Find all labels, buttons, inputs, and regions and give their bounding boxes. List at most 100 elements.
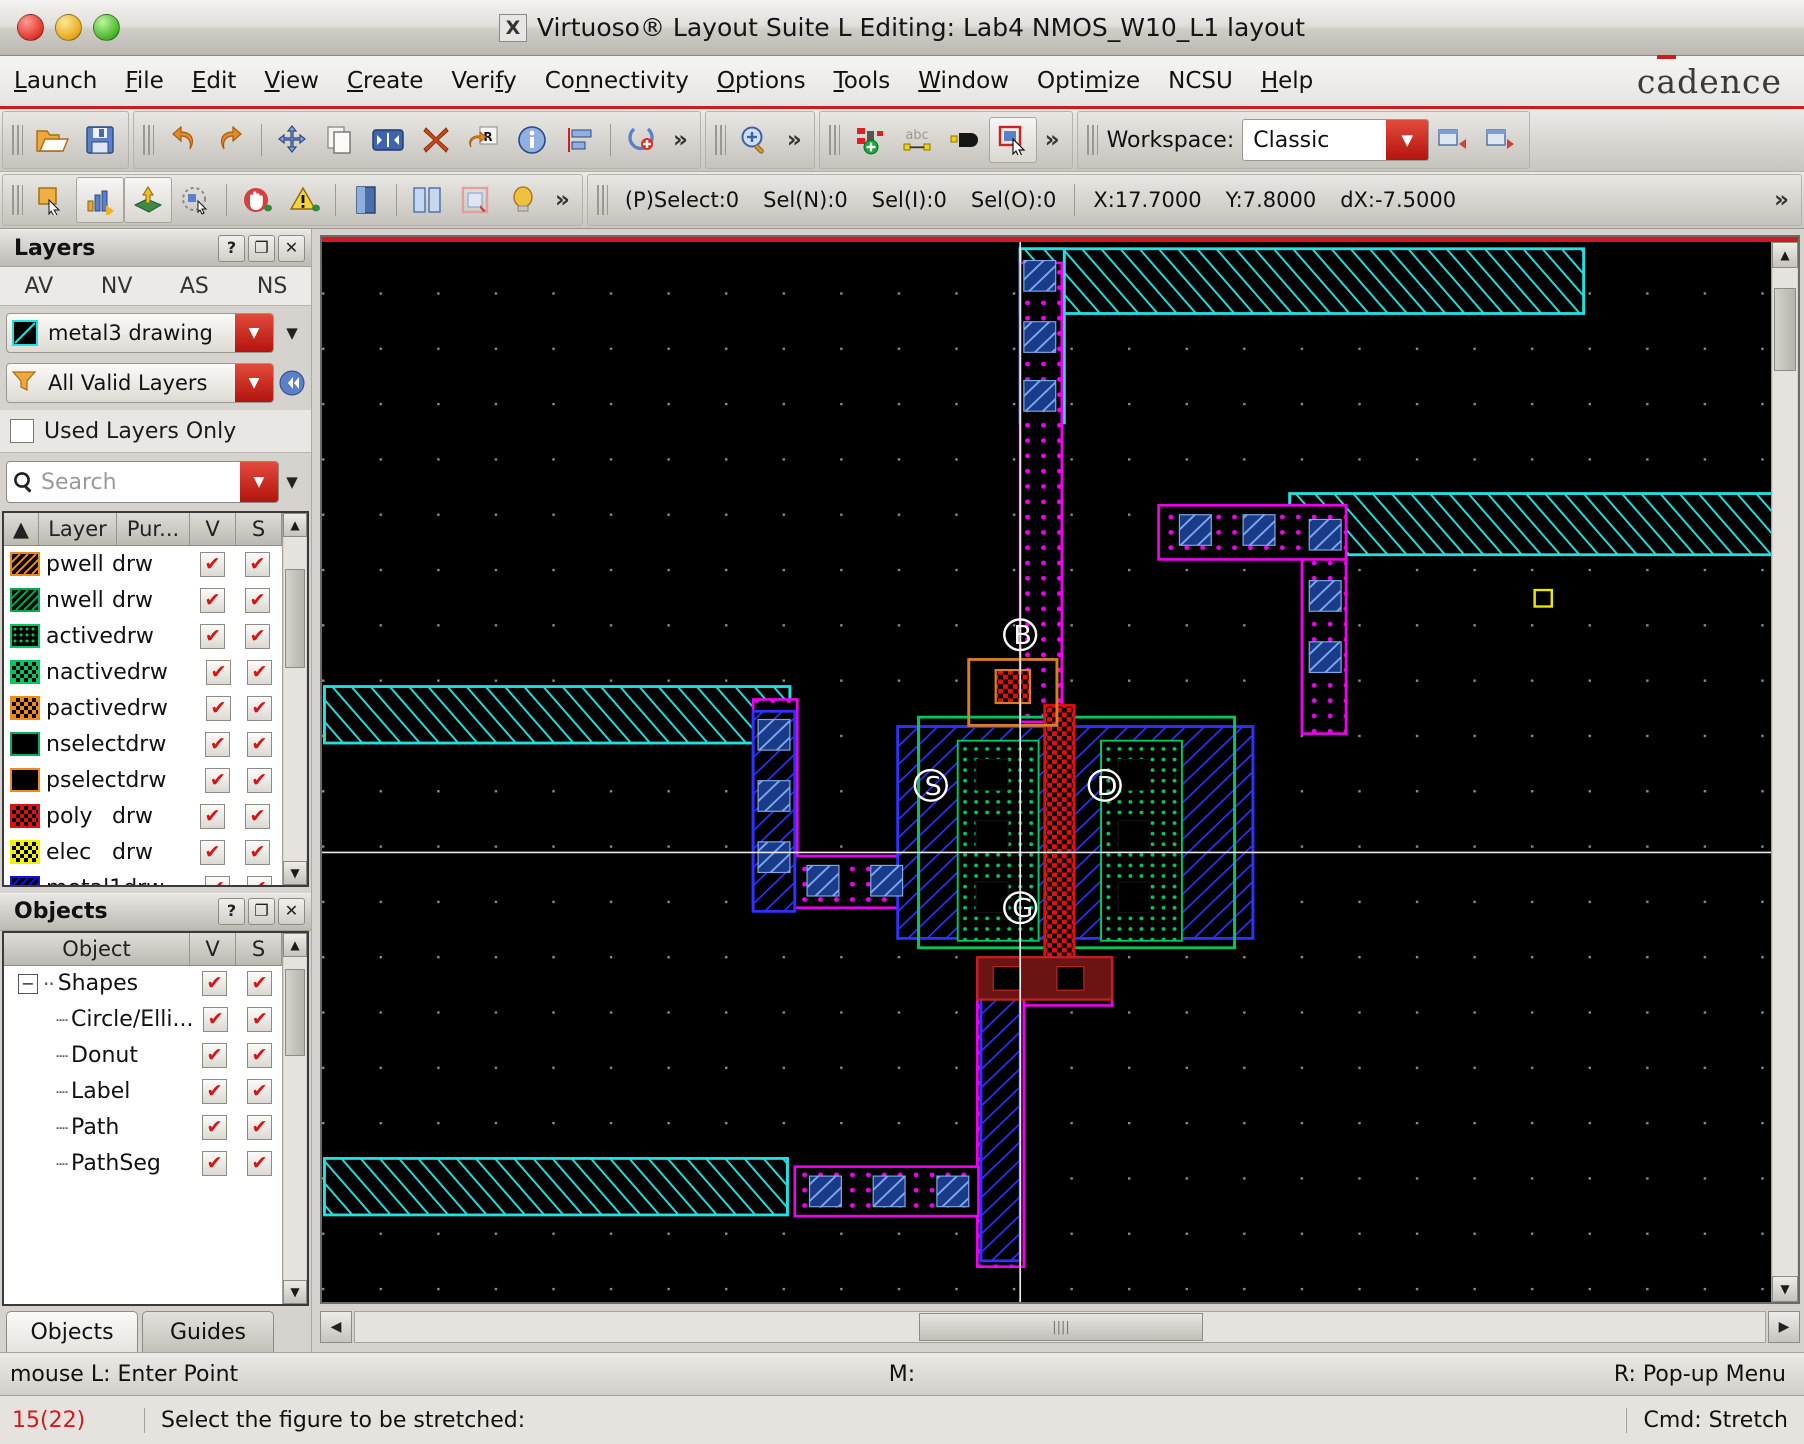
close-button[interactable]: [17, 14, 44, 41]
float-panel-icon[interactable]: ❐: [248, 898, 275, 925]
help-icon[interactable]: ?: [218, 234, 245, 262]
scroll-down-icon[interactable]: ▼: [283, 1280, 307, 1304]
menu-file[interactable]: File: [111, 64, 178, 98]
object-row[interactable]: ┈ Path ✔ ✔: [4, 1110, 282, 1146]
create-label-icon[interactable]: abc: [893, 117, 941, 163]
object-selectable-checkbox[interactable]: ✔: [237, 1151, 282, 1176]
palette-icon[interactable]: [451, 177, 499, 223]
layer-visible-checkbox[interactable]: ✔: [190, 839, 235, 865]
workspace-select[interactable]: Classic ▼: [1242, 119, 1430, 161]
col-ns[interactable]: NS: [233, 274, 311, 299]
copy-icon[interactable]: [316, 117, 364, 163]
object-row[interactable]: ┈ Label ✔ ✔: [4, 1074, 282, 1110]
layer-row-elec[interactable]: elec drw ✔ ✔: [4, 834, 282, 870]
collapse-filters-icon[interactable]: [279, 364, 305, 402]
menu-connectivity[interactable]: Connectivity: [531, 64, 703, 98]
delete-icon[interactable]: [412, 117, 460, 163]
scroll-down-icon[interactable]: ▼: [1772, 1276, 1798, 1302]
create-instance-icon[interactable]: [845, 117, 893, 163]
layer-selectable-checkbox[interactable]: ✔: [235, 623, 280, 649]
header-purpose[interactable]: Pur...: [117, 513, 190, 545]
layer-selectable-checkbox[interactable]: ✔: [239, 695, 280, 721]
object-selectable-checkbox[interactable]: ✔: [237, 1079, 282, 1104]
menu-options[interactable]: Options: [703, 64, 820, 98]
layers-scroll-track[interactable]: [284, 537, 306, 861]
menu-launch[interactable]: Launch: [0, 64, 111, 98]
scroll-down-icon[interactable]: ▼: [283, 860, 307, 885]
highlight-icon[interactable]: [499, 177, 547, 223]
toolbar-grip[interactable]: [143, 125, 154, 155]
layer-selectable-checkbox[interactable]: ✔: [235, 551, 280, 577]
split-view-icon[interactable]: [403, 177, 451, 223]
toolbar-grip[interactable]: [1086, 125, 1098, 155]
toolbar-grip[interactable]: [596, 185, 608, 215]
menu-create[interactable]: Create: [333, 64, 437, 98]
editor-options-icon[interactable]: [172, 177, 220, 223]
layer-visible-checkbox[interactable]: ✔: [198, 659, 239, 685]
menu-view[interactable]: View: [250, 64, 333, 98]
object-row[interactable]: ┈ Circle/Elli... ✔ ✔: [4, 1002, 282, 1038]
layer-selectable-checkbox[interactable]: ✔: [235, 587, 280, 613]
layer-menu-icon[interactable]: ▼: [279, 314, 305, 352]
toolbar-grip[interactable]: [12, 185, 23, 215]
layer-row-nselect[interactable]: nselect drw ✔ ✔: [4, 726, 282, 762]
layer-selectable-checkbox[interactable]: ✔: [239, 767, 280, 793]
layer-visible-checkbox[interactable]: ✔: [190, 623, 235, 649]
stretch-icon[interactable]: [364, 117, 412, 163]
help-icon[interactable]: ?: [218, 898, 245, 925]
canvas-hscroll-track[interactable]: ||||: [354, 1311, 1766, 1343]
objects-scrollbar[interactable]: ▲ ▼: [282, 932, 307, 1304]
maximize-button[interactable]: [93, 14, 120, 41]
object-visible-checkbox[interactable]: ✔: [192, 1043, 237, 1068]
header-layer[interactable]: Layer: [39, 513, 117, 545]
layer-selectable-checkbox[interactable]: ✔: [235, 839, 280, 865]
layer-row-pactive[interactable]: pactive drw ✔ ✔: [4, 690, 282, 726]
chevron-down-icon[interactable]: ▼: [1386, 120, 1429, 160]
object-row[interactable]: − ·· Shapes ✔ ✔: [4, 966, 282, 1002]
layer-selectable-checkbox[interactable]: ✔: [239, 731, 280, 757]
object-row[interactable]: ┈ Donut ✔ ✔: [4, 1038, 282, 1074]
menu-verify[interactable]: Verify: [437, 64, 530, 98]
layer-visible-checkbox[interactable]: ✔: [196, 875, 238, 885]
scroll-up-icon[interactable]: ▲: [283, 513, 307, 537]
layer-filter-select[interactable]: All Valid Layers ▼: [6, 363, 274, 403]
toolbar-overflow-icon[interactable]: »: [1037, 127, 1068, 153]
undo-arc-icon[interactable]: [617, 117, 665, 163]
col-nv[interactable]: NV: [78, 274, 156, 299]
layer-row-pselect[interactable]: pselect drw ✔ ✔: [4, 762, 282, 798]
used-layers-only-checkbox[interactable]: [10, 419, 34, 443]
layer-selectable-checkbox[interactable]: ✔: [235, 803, 280, 829]
float-panel-icon[interactable]: ❐: [248, 234, 275, 262]
zoom-in-icon[interactable]: [731, 117, 779, 163]
toolbar-grip[interactable]: [828, 125, 840, 155]
drc-icon[interactable]: [281, 177, 329, 223]
properties-icon[interactable]: [508, 117, 556, 163]
header-visible[interactable]: V: [190, 932, 236, 965]
layer-row-metal1[interactable]: metal1drw✔✔: [4, 870, 282, 885]
object-visible-checkbox[interactable]: ✔: [192, 1115, 237, 1140]
object-visible-checkbox[interactable]: ✔: [192, 971, 237, 996]
canvas-vscroll-track[interactable]: [1773, 268, 1797, 1276]
layer-row-nwell[interactable]: nwell drw ✔ ✔: [4, 582, 282, 618]
create-pin-icon[interactable]: [941, 117, 989, 163]
layer-row-poly[interactable]: poly drw ✔ ✔: [4, 798, 282, 834]
snap-icon[interactable]: [124, 177, 172, 223]
object-selectable-checkbox[interactable]: ✔: [237, 1043, 282, 1068]
menu-window[interactable]: Window: [904, 64, 1023, 98]
object-visible-checkbox[interactable]: ✔: [192, 1151, 237, 1176]
toolbar-grip[interactable]: [714, 125, 726, 155]
toolbar-overflow-icon[interactable]: »: [547, 187, 578, 213]
layer-visible-checkbox[interactable]: ✔: [197, 731, 238, 757]
move-icon[interactable]: [268, 117, 316, 163]
canvas-hscroll-thumb[interactable]: ||||: [919, 1313, 1203, 1341]
toolbar-overflow-icon[interactable]: »: [1766, 187, 1797, 213]
object-row[interactable]: ┈ PathSeg ✔ ✔: [4, 1146, 282, 1182]
layers-scroll-thumb[interactable]: [285, 569, 305, 669]
open-file-icon[interactable]: [28, 117, 76, 163]
col-as[interactable]: AS: [156, 274, 234, 299]
layer-visible-checkbox[interactable]: ✔: [190, 803, 235, 829]
objects-scroll-track[interactable]: [284, 956, 306, 1280]
header-selectable[interactable]: S: [236, 513, 282, 545]
search-options-icon[interactable]: ▼: [279, 462, 305, 502]
menu-optimize[interactable]: Optimize: [1023, 64, 1154, 98]
